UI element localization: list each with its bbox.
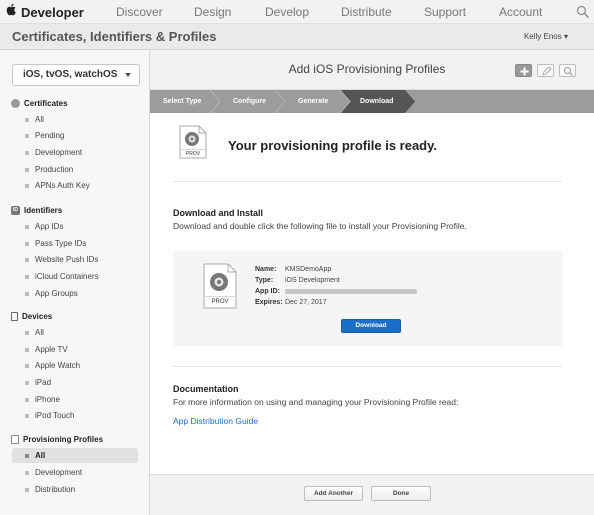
divider (173, 181, 562, 182)
add-another-button[interactable]: Add Another (304, 486, 363, 501)
pencil-icon (542, 66, 552, 76)
sidebar-item-production[interactable]: Production (12, 162, 138, 177)
appid-label: App ID: (255, 288, 280, 295)
profile-expires: Dec 27, 2017 (284, 299, 327, 306)
sidebar-item-certificates-all[interactable]: All (12, 112, 138, 127)
add-button[interactable] (515, 64, 532, 77)
sidebar-item-apns-auth-key[interactable]: APNs Auth Key (12, 178, 138, 193)
sidebar-section-devices: Devices (11, 309, 52, 323)
brand-label: Developer (21, 4, 84, 20)
sidebar-item-icloud-containers[interactable]: iCloud Containers (12, 269, 138, 284)
step-select-type: Select Type (163, 98, 202, 105)
global-nav: Developer Discover Design Develop Distri… (0, 0, 594, 24)
file-icon-label: PROV (211, 299, 229, 305)
nav-discover[interactable]: Discover (116, 5, 163, 19)
sidebar-item-pending[interactable]: Pending (12, 128, 138, 143)
step-generate: Generate (298, 98, 329, 105)
sidebar-section-provisioning-profiles: Provisioning Profiles (11, 432, 103, 446)
download-button[interactable]: Download (341, 319, 401, 333)
sidebar-section-title: Certificates (24, 98, 68, 108)
divider (173, 366, 562, 367)
sidebar-item-certificates-development[interactable]: Development (12, 145, 138, 160)
apple-logo-icon (6, 3, 17, 21)
sidebar-section-title: Identifiers (24, 205, 63, 215)
profile-icon (11, 434, 19, 444)
plus-icon (520, 67, 529, 76)
user-menu[interactable]: Kelly Enos ▾ (524, 32, 568, 41)
sidebar-item-profiles-development[interactable]: Development (12, 465, 138, 480)
step-download: Download (360, 98, 394, 105)
sidebar-section-identifiers: ID Identifiers (11, 203, 62, 217)
sidebar-section-title: Provisioning Profiles (23, 434, 104, 444)
expires-label: Expires: (255, 299, 283, 306)
edit-button[interactable] (537, 64, 554, 77)
type-label: Type: (255, 277, 274, 284)
sidebar-item-devices-all[interactable]: All (12, 325, 138, 340)
app-distribution-guide-link[interactable]: App Distribution Guide (173, 416, 258, 426)
profile-expires-row: Expires: Dec 27, 2017 (255, 299, 327, 306)
sidebar-item-apple-watch[interactable]: Apple Watch (12, 358, 138, 373)
download-description: Download and double click the following … (173, 221, 467, 231)
redacted-app-id (284, 288, 417, 294)
search-icon[interactable] (576, 5, 590, 19)
nav-distribute[interactable]: Distribute (341, 5, 392, 19)
wizard-steps: Select Type Configure Generate Download (150, 90, 594, 113)
sidebar-item-profiles-all[interactable]: All (12, 448, 138, 463)
sidebar-item-distribution[interactable]: Distribution (12, 482, 138, 497)
ready-heading: Your provisioning profile is ready. (228, 138, 437, 153)
nav-account[interactable]: Account (499, 5, 542, 19)
developer-home-link[interactable]: Developer (6, 3, 84, 21)
profile-type-row: Type: iOS Development (255, 277, 340, 284)
profile-appid-row: App ID: (255, 288, 417, 295)
sidebar-item-iphone[interactable]: iPhone (12, 392, 138, 407)
documentation-description: For more information on using and managi… (173, 397, 459, 407)
platform-select-value: iOS, tvOS, watchOS (23, 69, 118, 80)
certificate-icon (11, 98, 20, 108)
chevron-down-icon (125, 73, 131, 77)
page-title: Certificates, Identifiers & Profiles (12, 29, 217, 44)
profile-type: iOS Development (284, 277, 340, 284)
sidebar-item-website-push-ids[interactable]: Website Push IDs (12, 252, 138, 267)
device-icon (11, 311, 18, 321)
section-header: Certificates, Identifiers & Profiles Kel… (0, 24, 594, 50)
download-heading: Download and Install (173, 208, 264, 218)
sidebar-section-certificates: Certificates (11, 96, 68, 110)
step-configure: Configure (233, 98, 267, 105)
profile-name-row: Name: KMSDemoApp (255, 266, 331, 273)
nav-develop[interactable]: Develop (265, 5, 309, 19)
search-button[interactable] (559, 64, 576, 77)
footer-bar: Add Another Done (150, 474, 594, 515)
name-label: Name: (255, 266, 277, 273)
done-button[interactable]: Done (371, 486, 431, 501)
documentation-heading: Documentation (173, 384, 239, 394)
platform-select[interactable]: iOS, tvOS, watchOS (12, 64, 140, 86)
sidebar-item-pass-type-ids[interactable]: Pass Type IDs (12, 236, 138, 251)
provisioning-profile-file-icon: PROV (202, 263, 237, 309)
id-icon: ID (11, 205, 20, 215)
nav-design[interactable]: Design (194, 5, 231, 19)
sidebar-item-app-groups[interactable]: App Groups (12, 286, 138, 301)
nav-support[interactable]: Support (424, 5, 466, 19)
sidebar-item-ipad[interactable]: iPad (12, 375, 138, 390)
main-header: Add iOS Provisioning Profiles (150, 50, 594, 90)
sidebar-item-apple-tv[interactable]: Apple TV (12, 342, 138, 357)
magnifier-icon (564, 67, 573, 76)
sidebar-item-ipod-touch[interactable]: iPod Touch (12, 408, 138, 423)
sidebar-item-app-ids[interactable]: App IDs (12, 219, 138, 234)
profile-name: KMSDemoApp (284, 266, 332, 273)
file-icon-label: PROV (185, 151, 201, 157)
sidebar-section-title: Devices (22, 311, 53, 321)
provisioning-profile-file-icon: PROV (178, 125, 208, 159)
